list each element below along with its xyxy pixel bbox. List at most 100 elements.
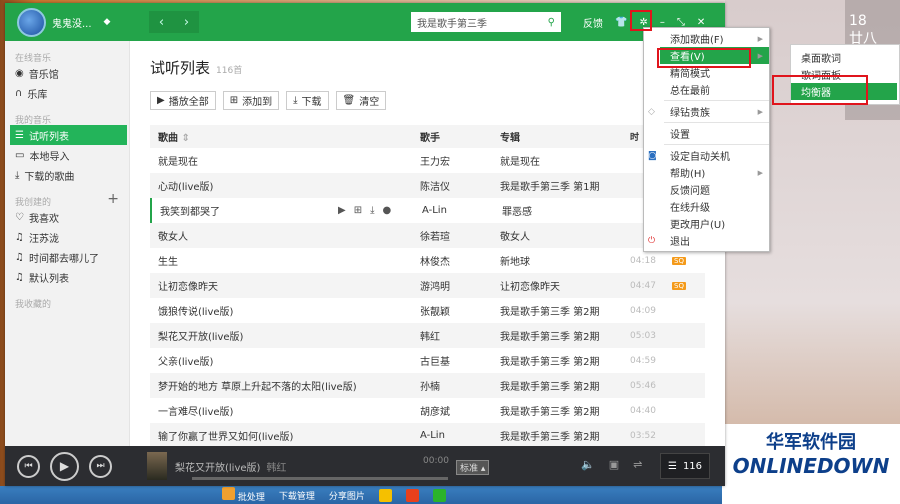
song-title[interactable]: 心动(live版)	[150, 178, 420, 193]
menu-always-on-top[interactable]: 总在最前	[644, 81, 769, 98]
download-icon[interactable]: ⤓	[370, 205, 374, 216]
song-title[interactable]: 父亲(live版)	[150, 353, 420, 368]
menu-desktop-lyrics[interactable]: 桌面歌词	[791, 49, 899, 66]
play-mode-icon[interactable]: ⇌	[633, 458, 642, 471]
minimize-button[interactable]: –	[660, 17, 665, 28]
mini-mode-button[interactable]: ⤡	[677, 17, 685, 28]
artist[interactable]: 游鸿明	[420, 278, 500, 293]
menu-add-song[interactable]: 添加歌曲(F) ▶	[644, 30, 769, 47]
taskbar-item[interactable]: 下载管理	[279, 489, 315, 502]
feedback-button[interactable]: 反馈	[583, 15, 603, 30]
artist[interactable]: 孙楠	[420, 378, 500, 393]
song-title[interactable]: 饿狼传说(live版)	[150, 303, 420, 318]
table-row[interactable]: 生生 林俊杰 新地球 04:18 SQ	[150, 248, 705, 273]
table-row[interactable]: 梦开始的地方 草原上升起不落的太阳(live版) 孙楠 我是歌手第三季 第2期 05:…	[150, 373, 705, 398]
artist[interactable]: 徐若瑄	[420, 228, 500, 243]
username[interactable]: 鬼鬼没...	[52, 15, 92, 30]
sidebar-item-trial-list[interactable]: ☰ 试听列表	[10, 125, 127, 145]
quality-select[interactable]: 标准 ▴	[456, 460, 490, 475]
song-title[interactable]: 生生	[150, 253, 420, 268]
sidebar-item-playlist[interactable]: ♫ 时间都去哪儿了	[5, 247, 129, 267]
menu-help[interactable]: 帮助(H) ▶	[644, 164, 769, 181]
col-song[interactable]: 歌曲 ⇕	[150, 129, 420, 144]
album[interactable]: 我是歌手第三季 第1期	[500, 178, 630, 193]
song-title[interactable]: 梦开始的地方 草原上升起不落的太阳(live版)	[150, 378, 420, 393]
progress-bar[interactable]	[192, 477, 448, 480]
taskbar-item[interactable]: 批处理	[222, 487, 265, 503]
artist[interactable]: 韩红	[420, 328, 500, 343]
song-title[interactable]: 梨花又开放(live版)	[150, 328, 420, 343]
lyrics-icon[interactable]: ▣	[609, 458, 619, 471]
song-title[interactable]: 输了你赢了世界又如何(live版)	[150, 428, 420, 443]
sidebar-item-downloads[interactable]: ⤓ 下载的歌曲	[5, 165, 129, 185]
table-row[interactable]: 饿狼传说(live版) 张靓颖 我是歌手第三季 第2期 04:09	[150, 298, 705, 323]
add-icon[interactable]: ⊞	[354, 205, 362, 216]
menu-change-user[interactable]: 更改用户(U)	[644, 215, 769, 232]
song-title[interactable]: 让初恋像昨天	[150, 278, 420, 293]
col-album[interactable]: 专辑	[500, 129, 630, 144]
diamond-icon[interactable]: ◆	[104, 17, 111, 27]
volume-icon[interactable]: 🔈	[581, 458, 595, 471]
play-all-button[interactable]: ▶ 播放全部	[150, 91, 216, 110]
plus-app-icon[interactable]	[432, 488, 446, 502]
artist[interactable]: 张靓颖	[420, 303, 500, 318]
album[interactable]: 新地球	[500, 253, 630, 268]
artist[interactable]: 林俊杰	[420, 253, 500, 268]
sidebar-item-playlist[interactable]: ♫ 汪苏泷	[5, 227, 129, 247]
song-title[interactable]: 就是现在	[150, 153, 420, 168]
forward-button[interactable]: ›	[174, 11, 199, 33]
taskbar-item[interactable]: 分享图片	[329, 489, 365, 502]
playlist-button[interactable]: ☰ 116	[660, 453, 710, 479]
table-row[interactable]: 梨花又开放(live版) 韩红 我是歌手第三季 第2期 05:03	[150, 323, 705, 348]
artist[interactable]: 古巨基	[420, 353, 500, 368]
album[interactable]: 让初恋像昨天	[500, 278, 630, 293]
menu-online-upgrade[interactable]: 在线升级	[644, 198, 769, 215]
album[interactable]: 我是歌手第三季 第2期	[500, 378, 630, 393]
app-icon[interactable]	[378, 488, 392, 502]
album[interactable]: 我是歌手第三季 第2期	[500, 353, 630, 368]
table-row[interactable]: 心动(live版) 陈洁仪 我是歌手第三季 第1期	[150, 173, 705, 198]
album[interactable]: 我是歌手第三季 第2期	[500, 303, 630, 318]
table-row[interactable]: 一言难尽(live版) 胡彦斌 我是歌手第三季 第2期 04:40	[150, 398, 705, 423]
album-cover[interactable]	[147, 452, 167, 480]
menu-feedback[interactable]: 反馈问题	[644, 181, 769, 198]
add-to-button[interactable]: ⊞ 添加到	[222, 91, 280, 110]
album[interactable]: 就是现在	[500, 153, 630, 168]
album[interactable]: 我是歌手第三季 第2期	[500, 403, 630, 418]
album[interactable]: 我是歌手第三季 第2期	[500, 428, 630, 443]
sidebar-item-music-hall[interactable]: ◉ 音乐馆	[5, 63, 129, 83]
skin-shirt-icon[interactable]: 👕	[615, 17, 627, 28]
sort-icon[interactable]: ⇕	[181, 133, 189, 144]
search-input[interactable]: 我是歌手第三季 ⚲	[411, 12, 561, 32]
next-button[interactable]: ⏭	[89, 454, 112, 478]
album[interactable]: 罪恶感	[502, 203, 632, 218]
sidebar-item-playlist[interactable]: ♫ 默认列表	[5, 267, 129, 287]
menu-green-diamond[interactable]: ◇ 绿钻贵族 ▶	[644, 103, 769, 120]
table-row[interactable]: 输了你赢了世界又如何(live版) A-Lin 我是歌手第三季 第2期 03:52	[150, 423, 705, 448]
menu-exit[interactable]: ⏻ 退出	[644, 232, 769, 249]
search-icon[interactable]: ⚲	[548, 17, 555, 28]
play-icon[interactable]: ▶	[338, 205, 346, 216]
more-icon[interactable]: ●	[383, 205, 392, 216]
previous-button[interactable]: ⏮	[17, 454, 40, 478]
sidebar-item-local-import[interactable]: ▭ 本地导入	[5, 145, 129, 165]
table-row[interactable]: 让初恋像昨天 游鸿明 让初恋像昨天 04:47 SQ	[150, 273, 705, 298]
table-row[interactable]: 敬女人 徐若瑄 敬女人	[150, 223, 705, 248]
song-title[interactable]: 敬女人	[150, 228, 420, 243]
avatar[interactable]	[17, 7, 46, 37]
close-button[interactable]: ✕	[697, 17, 705, 28]
weibo-icon[interactable]	[405, 488, 419, 502]
artist[interactable]: A-Lin	[420, 430, 500, 441]
add-playlist-button[interactable]: +	[107, 191, 119, 207]
artist[interactable]: 陈洁仪	[420, 178, 500, 193]
download-button[interactable]: ⤓ 下载	[286, 91, 329, 110]
clear-button[interactable]: 🗑 清空	[335, 91, 387, 110]
menu-settings[interactable]: 设置	[644, 125, 769, 142]
col-artist[interactable]: 歌手	[420, 129, 500, 144]
table-row[interactable]: 父亲(live版) 古巨基 我是歌手第三季 第2期 04:59	[150, 348, 705, 373]
album[interactable]: 我是歌手第三季 第2期	[500, 328, 630, 343]
artist[interactable]: 胡彦斌	[420, 403, 500, 418]
menu-auto-shutdown[interactable]: ◙ 设定自动关机	[644, 147, 769, 164]
back-button[interactable]: ‹	[149, 11, 174, 33]
album[interactable]: 敬女人	[500, 228, 630, 243]
